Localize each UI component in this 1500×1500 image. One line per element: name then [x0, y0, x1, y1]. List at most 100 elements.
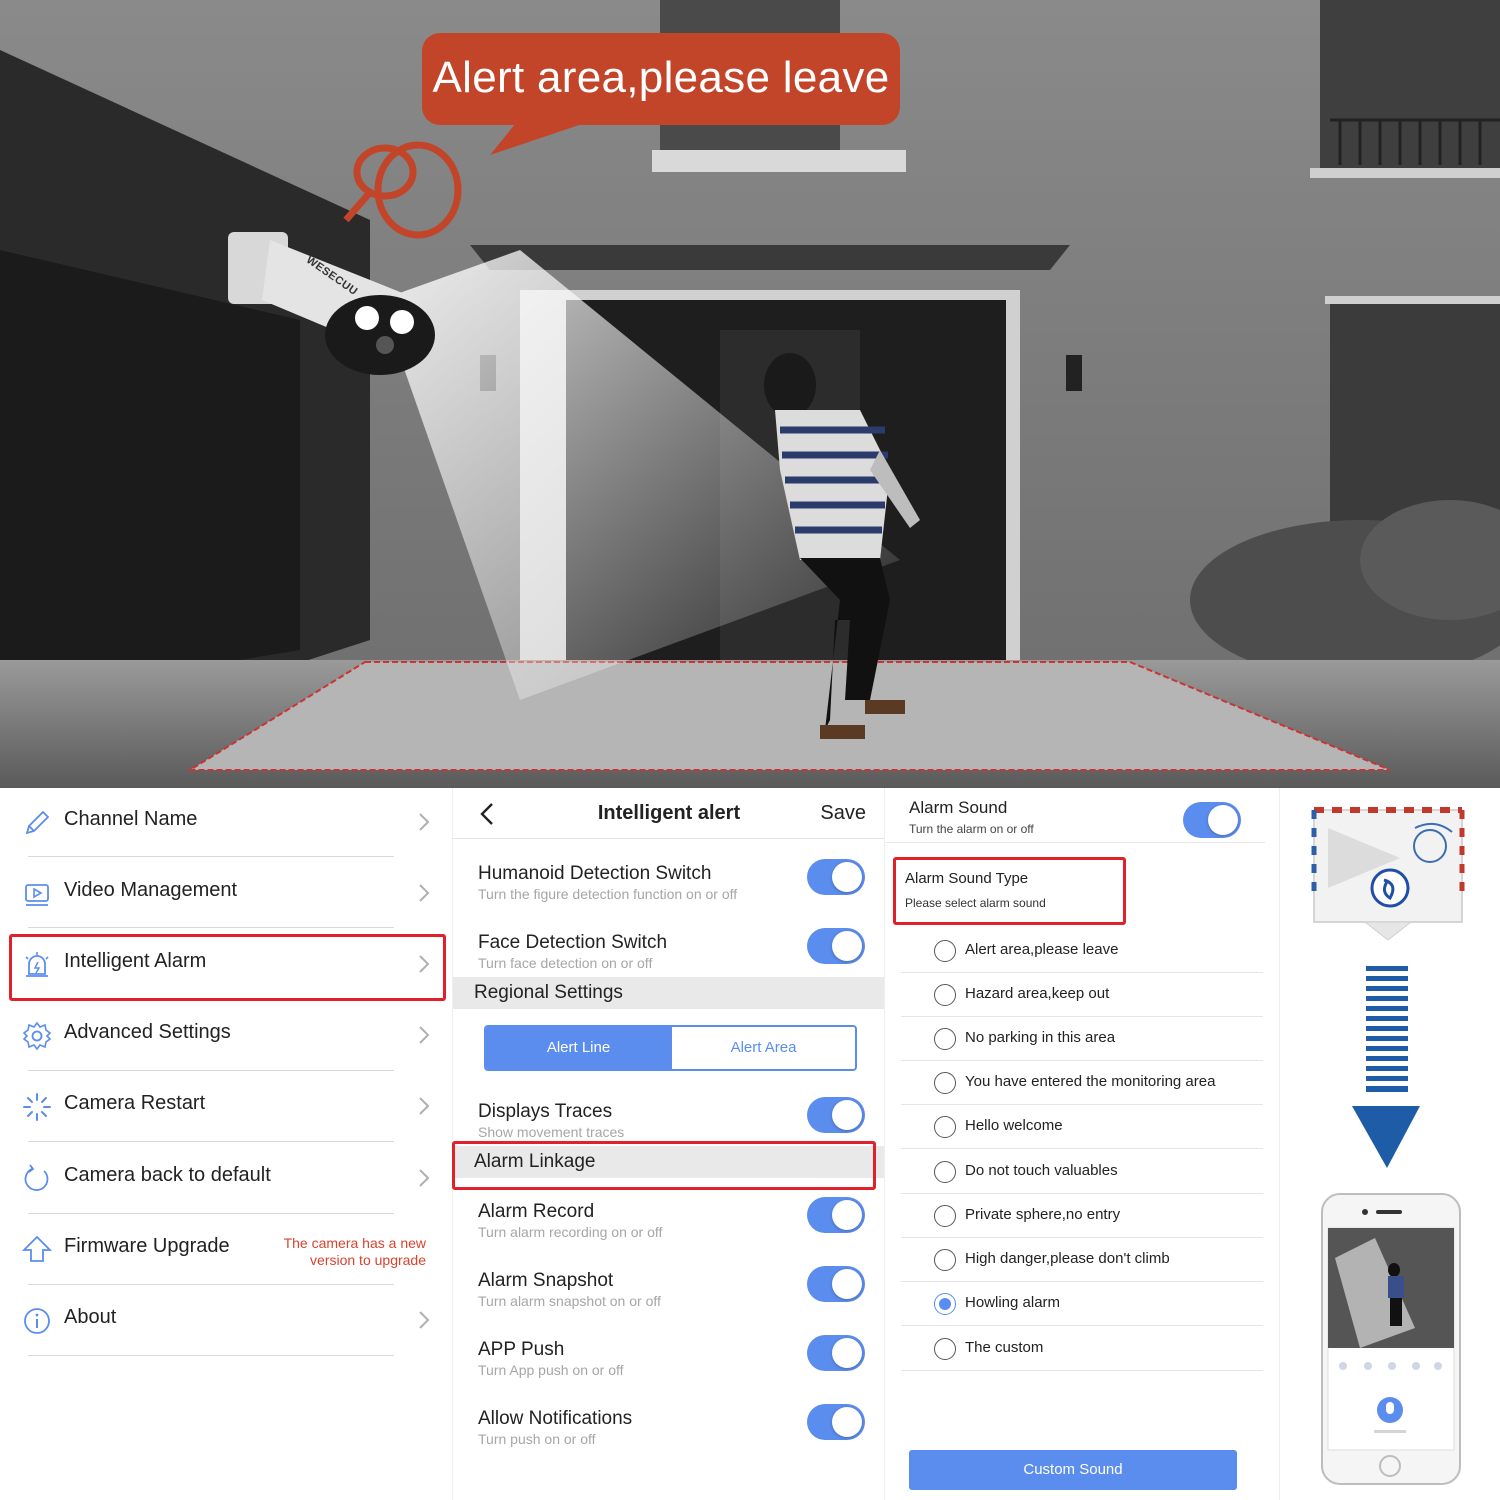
sound-option-label: Hello welcome — [965, 1117, 1063, 1134]
sound-option[interactable]: High danger,please don't climb — [901, 1238, 1263, 1282]
upgrade-available-note: The camera has a new version to upgrade — [283, 1235, 426, 1268]
sound-option[interactable]: The custom — [901, 1327, 1263, 1371]
alarm-snapshot-subtitle: Turn alarm snapshot on or off — [478, 1293, 661, 1309]
alarm-sound-title: Alarm Sound — [909, 798, 1008, 817]
radio-button[interactable] — [934, 1028, 956, 1050]
alarm-snapshot-row: Alarm Snapshot Turn alarm snapshot on or… — [453, 1266, 885, 1330]
sound-option-selected[interactable]: Howling alarm — [901, 1282, 1263, 1326]
menu-item-label: Camera back to default — [64, 1164, 271, 1186]
sound-option-label: You have entered the monitoring area — [965, 1073, 1216, 1090]
menu-item-camera-restart[interactable]: Camera Restart — [20, 1072, 440, 1142]
video-play-icon — [25, 884, 49, 906]
sound-option-label: High danger,please don't climb — [965, 1250, 1170, 1267]
menu-item-camera-back-to-default[interactable]: Camera back to default — [20, 1144, 440, 1214]
gear-icon — [22, 1021, 52, 1051]
alert-area-tab[interactable]: Alert Area — [670, 1027, 855, 1069]
sound-option-label: The custom — [965, 1339, 1044, 1356]
sound-option[interactable]: No parking in this area — [901, 1017, 1263, 1061]
face-detection-toggle[interactable] — [807, 928, 865, 964]
allow-notifications-toggle[interactable] — [807, 1404, 865, 1440]
sound-option-label: Do not touch valuables — [965, 1162, 1118, 1179]
toggle-knob — [832, 1269, 862, 1299]
chevron-right-icon — [419, 1311, 430, 1329]
radio-button[interactable] — [934, 1338, 956, 1360]
alarm-snapshot-toggle[interactable] — [807, 1266, 865, 1302]
app-push-title: APP Push — [478, 1339, 565, 1360]
radio-button[interactable] — [934, 1072, 956, 1094]
menu-item-channel-name[interactable]: Channel Name — [20, 788, 440, 858]
sound-option-label: No parking in this area — [965, 1029, 1116, 1046]
envelope-icon — [1311, 807, 1465, 941]
humanoid-detection-toggle[interactable] — [807, 859, 865, 895]
menu-item-label: About — [64, 1306, 117, 1328]
sound-option-label: Hazard area,keep out — [965, 985, 1110, 1002]
toggle-knob — [1208, 805, 1238, 835]
alert-mode-segment: Alert Line Alert Area — [484, 1025, 857, 1071]
menu-divider — [28, 1213, 394, 1214]
alert-speech-text: Alert area,please leave — [432, 53, 890, 102]
regional-settings-label: Regional Settings — [474, 982, 623, 1003]
app-push-toggle[interactable] — [807, 1335, 865, 1371]
chevron-right-icon — [419, 1026, 430, 1044]
menu-item-label: Advanced Settings — [64, 1021, 231, 1043]
chevron-right-icon — [419, 1169, 430, 1187]
humanoid-detection-title: Humanoid Detection Switch — [478, 863, 712, 884]
menu-item-label: Firmware Upgrade — [64, 1235, 230, 1257]
radio-button[interactable] — [934, 1161, 956, 1183]
info-icon — [24, 1308, 50, 1334]
menu-item-label: Channel Name — [64, 808, 198, 830]
intelligent-alert-panel: Intelligent alert Save Humanoid Detectio… — [452, 788, 885, 1500]
sound-option-label: Howling alarm — [965, 1294, 1061, 1311]
reset-arrow-icon — [24, 1164, 49, 1191]
sound-option[interactable]: Private sphere,no entry — [901, 1194, 1263, 1238]
menu-divider — [28, 1070, 394, 1071]
menu-item-firmware-upgrade[interactable]: Firmware Upgrade The camera has a new ve… — [20, 1215, 440, 1285]
alarm-sound-type-highlight — [893, 857, 1126, 925]
menu-divider — [28, 1284, 394, 1285]
radio-button[interactable] — [934, 1249, 956, 1271]
radio-button[interactable] — [934, 1116, 956, 1138]
humanoid-detection-row: Humanoid Detection Switch Turn the figur… — [453, 859, 885, 923]
loading-spinner-icon — [23, 1093, 51, 1121]
menu-item-about[interactable]: About — [20, 1286, 440, 1356]
custom-sound-button[interactable]: Custom Sound — [909, 1450, 1237, 1490]
regional-settings-header: Regional Settings — [453, 977, 885, 1009]
toggle-knob — [832, 1407, 862, 1437]
displays-traces-subtitle: Show movement traces — [478, 1124, 625, 1140]
app-push-subtitle: Turn App push on or off — [478, 1362, 624, 1378]
toggle-knob — [832, 1100, 862, 1130]
alarm-record-toggle[interactable] — [807, 1197, 865, 1233]
alarm-snapshot-title: Alarm Snapshot — [478, 1270, 614, 1291]
sound-option[interactable]: You have entered the monitoring area — [901, 1061, 1263, 1105]
allow-notifications-subtitle: Turn push on or off — [478, 1431, 596, 1447]
alert-speech-bubble: Alert area,please leave — [422, 33, 900, 125]
radio-button[interactable] — [934, 1205, 956, 1227]
sound-option[interactable]: Hazard area,keep out — [901, 973, 1263, 1017]
save-button[interactable]: Save — [820, 802, 866, 825]
intelligent-alarm-highlight — [9, 934, 446, 1001]
nav-divider — [453, 838, 885, 839]
radio-button[interactable] — [934, 940, 956, 962]
sound-option-label: Private sphere,no entry — [965, 1206, 1121, 1223]
radio-button[interactable] — [934, 984, 956, 1006]
alarm-sound-subtitle: Turn the alarm on or off — [909, 822, 1034, 836]
displays-traces-title: Displays Traces — [478, 1101, 613, 1122]
alarm-sound-toggle[interactable] — [1183, 802, 1241, 838]
toggle-knob — [832, 1200, 862, 1230]
app-push-row: APP Push Turn App push on or off — [453, 1335, 885, 1399]
sound-option[interactable]: Alert area,please leave — [901, 929, 1263, 973]
pencil-icon — [25, 810, 50, 835]
displays-traces-toggle[interactable] — [807, 1097, 865, 1133]
sound-option[interactable]: Hello welcome — [901, 1105, 1263, 1149]
menu-item-advanced-settings[interactable]: Advanced Settings — [20, 1001, 440, 1071]
menu-divider — [28, 1141, 394, 1142]
settings-menu-panel: Channel Name Video Management Intelligen… — [0, 788, 452, 1500]
toggle-knob — [832, 862, 862, 892]
alert-line-tab[interactable]: Alert Line — [486, 1027, 671, 1069]
menu-divider — [28, 927, 394, 928]
sound-option-label: Alert area,please leave — [965, 941, 1119, 958]
alarm-record-row: Alarm Record Turn alarm recording on or … — [453, 1197, 885, 1261]
menu-item-video-management[interactable]: Video Management — [20, 859, 440, 929]
radio-button-selected[interactable] — [934, 1293, 956, 1315]
sound-option[interactable]: Do not touch valuables — [901, 1150, 1263, 1194]
